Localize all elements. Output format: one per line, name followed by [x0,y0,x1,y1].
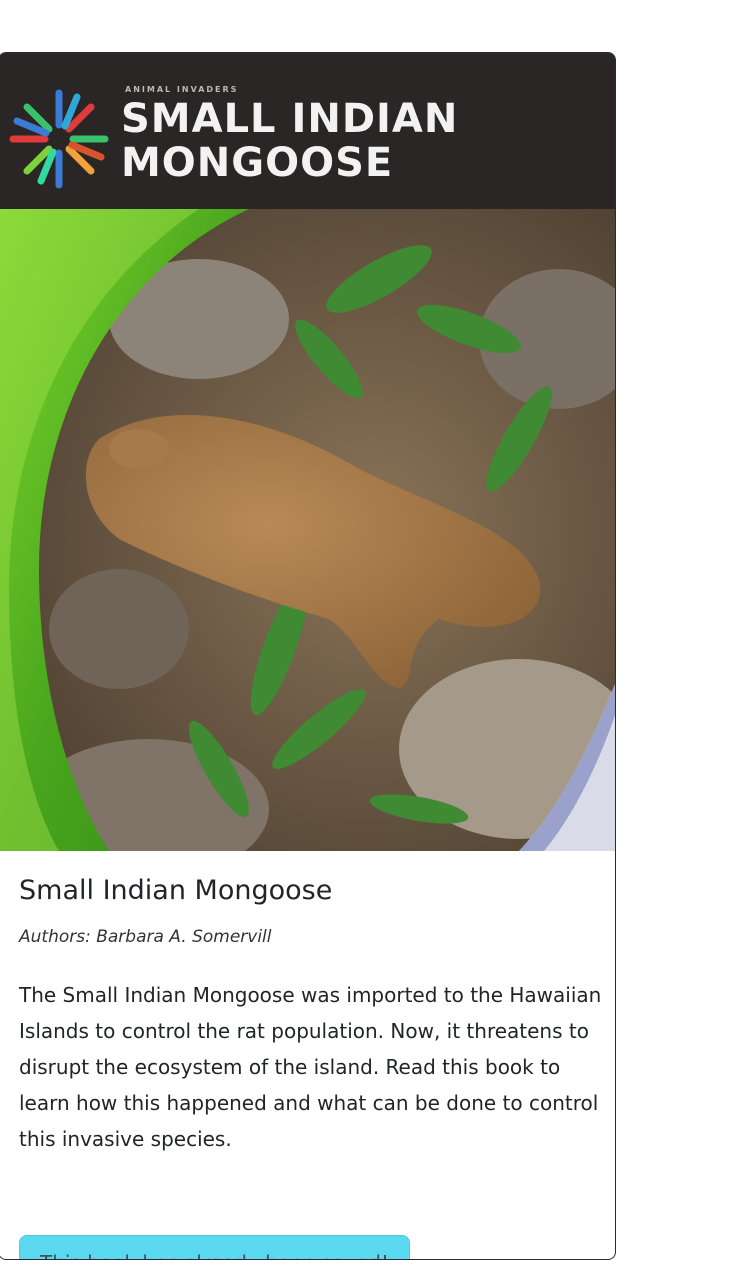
book-description: The Small Indian Mongoose was imported t… [19,983,602,1151]
cover-title-line2: MONGOOSE [121,140,394,186]
book-authors: Authors: Barbara A. Somervill [19,927,272,947]
book-title: Small Indian Mongoose [19,875,333,906]
cover-title-line1: SMALL INDIAN [121,96,459,142]
book-card-body: Small Indian Mongoose Authors: Barbara A… [0,851,615,1259]
cover-photo [0,209,615,851]
series-logo-icon [9,89,109,189]
cover-title: SMALL INDIAN MONGOOSE [121,97,458,185]
book-saved-alert: This book has already been saved! [19,1235,410,1259]
cover-series-label: ANIMAL INVADERS [125,85,239,94]
book-card: ANIMAL INVADERS SMALL INDIAN MONGOOSE Sm… [0,52,616,1260]
book-cover-image[interactable]: ANIMAL INVADERS SMALL INDIAN MONGOOSE [0,53,615,851]
